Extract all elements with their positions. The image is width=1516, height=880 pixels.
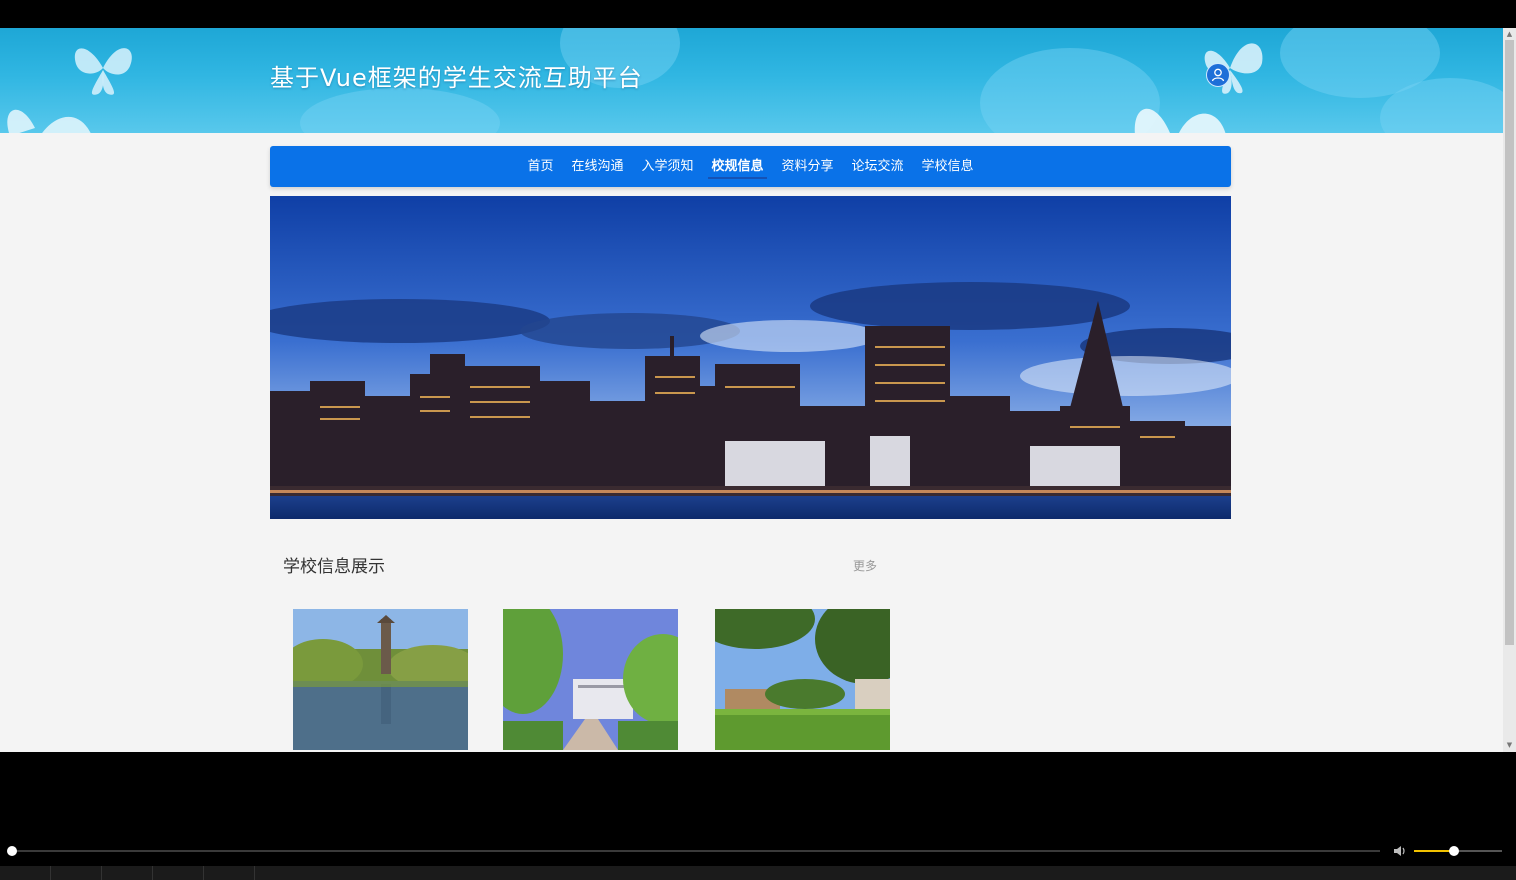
top-black-bar — [0, 0, 1516, 28]
scroll-down-icon[interactable]: ▼ — [1505, 740, 1514, 750]
nav-item-home[interactable]: 首页 — [518, 146, 562, 187]
seek-handle[interactable] — [7, 846, 17, 856]
scroll-up-icon[interactable]: ▲ — [1505, 29, 1514, 39]
site-header: 基于Vue框架的学生交流互助平台 — [0, 28, 1503, 133]
volume-handle[interactable] — [1448, 846, 1459, 856]
nav-item-school-info[interactable]: 学校信息 — [913, 146, 983, 187]
butterfly-decoration — [7, 109, 91, 133]
section-title: 学校信息展示 — [283, 557, 385, 577]
user-avatar-button[interactable] — [1206, 63, 1230, 87]
nav-item-resource-sharing[interactable]: 资料分享 — [773, 146, 843, 187]
school-info-card[interactable] — [293, 609, 468, 750]
taskbar-strip — [0, 866, 1516, 880]
nav-item-forum[interactable]: 论坛交流 — [843, 146, 913, 187]
site-title: 基于Vue框架的学生交流互助平台 — [270, 64, 643, 92]
banner-image — [270, 196, 1231, 519]
more-link[interactable]: 更多 — [853, 557, 877, 574]
scrollbar-thumb[interactable] — [1505, 40, 1514, 645]
school-photo-pagoda-lake — [293, 609, 468, 750]
butterfly-decoration — [1134, 108, 1226, 133]
video-player-controls — [0, 752, 1516, 880]
user-icon — [1211, 68, 1225, 82]
volume-level — [1414, 850, 1454, 852]
school-photo-campus-lawn — [715, 609, 890, 750]
nav-item-online-chat[interactable]: 在线沟通 — [562, 146, 632, 187]
seek-bar[interactable] — [12, 850, 1380, 852]
browser-viewport: 基于Vue框架的学生交流互助平台 首页 在线沟通 入学须知 校规信息 资料分享 … — [0, 28, 1503, 752]
school-photo-tree-lined-path — [503, 609, 678, 750]
main-nav: 首页 在线沟通 入学须知 校规信息 资料分享 论坛交流 学校信息 — [270, 146, 1231, 187]
nav-item-school-rules[interactable]: 校规信息 — [702, 146, 772, 187]
school-info-card[interactable] — [715, 609, 890, 750]
volume-icon[interactable] — [1392, 843, 1408, 859]
school-info-card[interactable] — [503, 609, 678, 750]
nav-item-admission-notice[interactable]: 入学须知 — [632, 146, 702, 187]
